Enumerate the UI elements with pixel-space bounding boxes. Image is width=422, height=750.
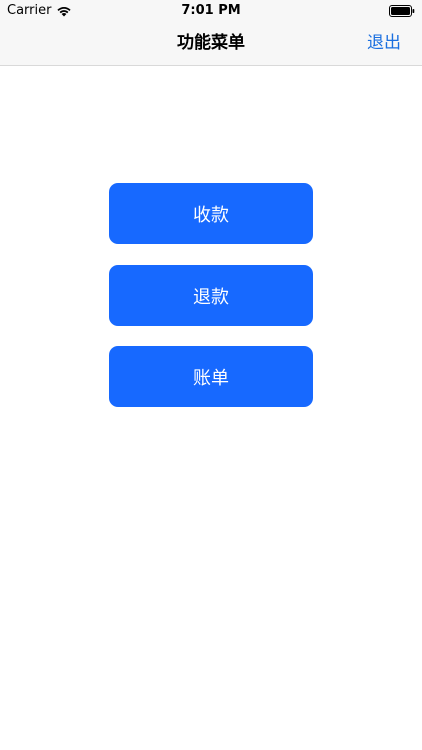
page-title: 功能菜单 [177, 33, 245, 53]
status-bar: Carrier 7:01 PM [0, 0, 422, 22]
refund-button[interactable]: 退款 [109, 265, 313, 326]
bill-button[interactable]: 账单 [109, 346, 313, 407]
logout-button[interactable]: 退出 [367, 22, 401, 65]
navigation-bar: 功能菜单 退出 [0, 22, 422, 66]
battery-full-icon [389, 5, 415, 17]
collect-payment-button[interactable]: 收款 [109, 183, 313, 244]
status-time: 7:01 PM [181, 3, 241, 18]
